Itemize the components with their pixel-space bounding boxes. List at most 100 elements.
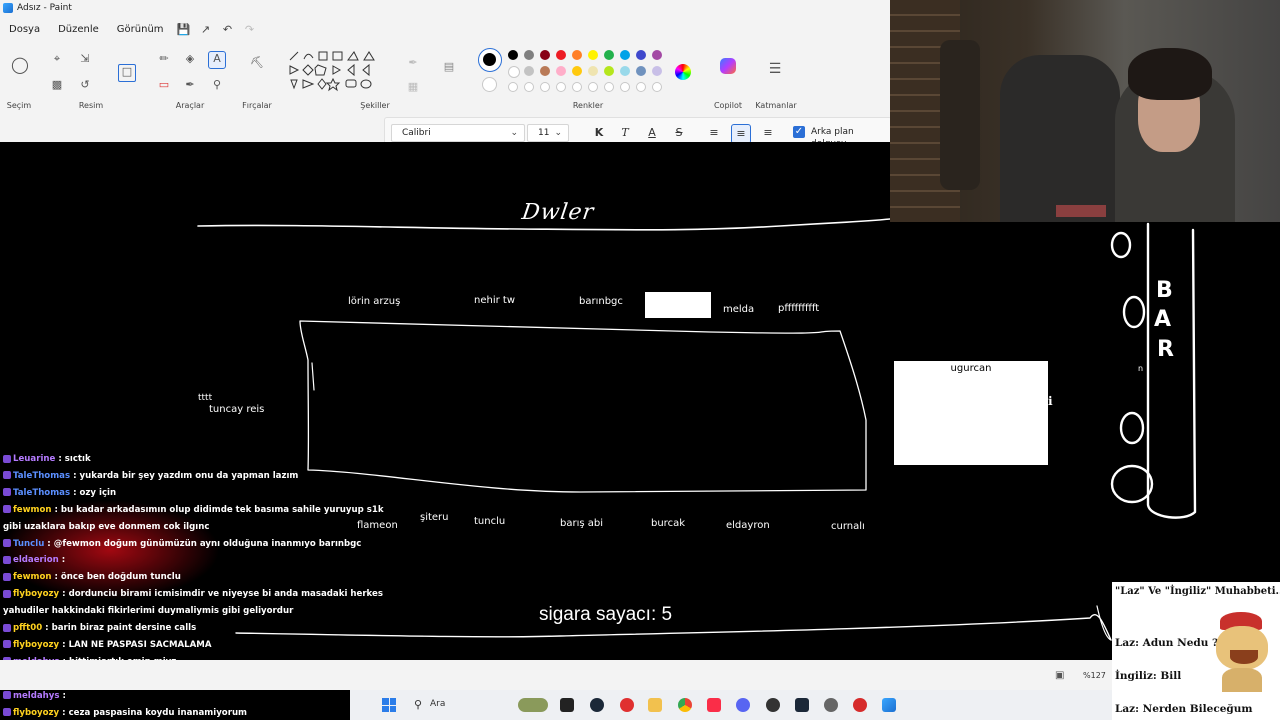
chat-separator: : [51, 572, 61, 583]
person-hair [1128, 48, 1212, 100]
meme-line: Laz: Adun Nedu ? [1115, 637, 1219, 649]
chat-username[interactable]: meldahys [13, 691, 60, 701]
webcam-feed [890, 0, 1280, 222]
chat-text: LAN NE PASPASI SACMALAMA [68, 639, 212, 650]
widget-icon[interactable] [518, 698, 548, 712]
chat-separator: : [58, 555, 66, 566]
circle-stroke [1119, 411, 1145, 445]
ugurcan-box[interactable]: ugurcan [894, 361, 1048, 465]
chat-message: flyboyozy : LAN NE PASPASI SACMALAMA [3, 640, 212, 650]
cigarette-counter: sigara sayacı: 5 [539, 604, 673, 625]
chat-username[interactable]: fewmon [13, 572, 51, 582]
chat-message: Tunclu : @fewmon doğum günümüzün aynı ol… [3, 539, 361, 549]
file-explorer-icon[interactable] [648, 698, 662, 712]
chat-badge-icon [3, 454, 11, 463]
chat-text: önce ben doğdum tunclu [60, 572, 181, 583]
ugurcan-label: ugurcan [950, 363, 992, 374]
chat-username[interactable]: TaleThomas [13, 471, 70, 481]
chat-username[interactable]: TaleThomas [13, 488, 70, 498]
desk-item [1056, 205, 1106, 217]
bar-letter: R [1157, 337, 1174, 362]
chair-decor [1000, 55, 1120, 222]
start-icon[interactable] [382, 698, 396, 712]
task-view-icon[interactable] [560, 698, 574, 712]
chat-username[interactable]: Leuarine [13, 454, 55, 464]
chat-badge-icon [3, 471, 11, 480]
steam-icon[interactable] [590, 698, 604, 712]
muttley-cartoon [1212, 606, 1274, 692]
seat-label: tttt [198, 393, 213, 403]
chat-username[interactable]: flyboyozy [13, 640, 59, 650]
chat-text: @fewmon doğum günümüzün aynı olduğuna in… [53, 538, 362, 549]
bar-outline-stroke [1146, 222, 1197, 519]
chat-separator: : [55, 454, 65, 464]
obs-icon[interactable] [766, 698, 780, 712]
meme-title: "Laz" Ve "İngiliz" Muhabbeti.. [1115, 586, 1280, 597]
taskbar-search[interactable]: Ara [430, 699, 445, 709]
zoom-level[interactable]: %127 [1083, 671, 1106, 680]
guitar-decor [940, 40, 980, 190]
screen: Adsız - Paint Dosya Düzenle Görünüm 💾 ↗ … [0, 0, 1280, 720]
chat-message: Leuarine : sıctık [3, 454, 91, 464]
chat-username[interactable]: Tunclu [13, 539, 44, 549]
chat-message: TaleThomas : yukarda bir şey yazdım onu … [3, 471, 298, 481]
cartoon-mouth [1230, 650, 1258, 664]
chat-badge-icon [3, 488, 11, 497]
chat-badge-icon [3, 505, 11, 514]
chat-username[interactable]: eldaerion [13, 555, 59, 565]
chat-message: flyboyozy : ceza paspasina koydu inanami… [3, 708, 247, 718]
chat-username[interactable]: fewmon [13, 505, 51, 515]
chat-message: meldahys : [3, 691, 66, 701]
seat-label: tuncay reis [209, 404, 265, 415]
music-icon[interactable] [707, 698, 721, 712]
fit-icon[interactable]: ▣ [1055, 670, 1064, 681]
chat-badge-icon [3, 691, 11, 700]
white-text-box[interactable] [645, 292, 711, 318]
seat-label: melda [723, 304, 755, 315]
seat-label: lörin arzuş [348, 296, 401, 307]
chat-text: ozy için [79, 487, 117, 498]
chat-separator: : [59, 707, 69, 718]
seat-label: barınbgc [579, 296, 623, 307]
discord-icon[interactable] [736, 698, 750, 712]
seat-label: nehir tw [474, 295, 515, 306]
chat-badge-icon [3, 589, 11, 598]
chat-text: barin biraz paint dersine calls [51, 623, 197, 633]
app-icon[interactable] [620, 698, 634, 712]
seat-label: şiteru [420, 512, 449, 523]
bar-letter: B [1156, 278, 1173, 303]
chat-text: yukarda bir şey yazdım onu da yapman laz… [79, 470, 299, 481]
paint-taskbar-icon[interactable] [882, 698, 896, 712]
cartoon-body [1222, 668, 1262, 692]
chat-username[interactable]: flyboyozy [13, 589, 59, 599]
chat-username[interactable]: flyboyozy [13, 708, 59, 718]
chat-text: ceza paspasina koydu inanamiyorum [68, 707, 248, 718]
chat-text: gibi uzaklara bakıp eve donmem cok ilgın… [3, 521, 210, 532]
meme-line: Laz: Nerden Bileceğum [1115, 703, 1253, 715]
chat-separator: : [44, 538, 54, 549]
chat-separator: : [59, 589, 69, 600]
chat-badge-icon [3, 539, 11, 547]
chat-message: pfft00 : barin biraz paint dersine calls [3, 623, 196, 633]
chat-message: yahudiler hakkindaki fikirlerimi duymali… [3, 606, 293, 616]
chat-separator: : [59, 639, 69, 650]
bottom-rule-stroke [235, 613, 1112, 641]
app-icon[interactable] [795, 698, 809, 712]
circle-stroke [1122, 295, 1146, 329]
chat-username[interactable]: pfft00 [13, 623, 42, 633]
status-bar: ▣ %127 [0, 660, 1112, 690]
chat-message: gibi uzaklara bakıp eve donmem cok ilgın… [3, 522, 209, 532]
chat-badge-icon [3, 623, 11, 632]
chat-separator: : [70, 487, 80, 498]
meme-overlay: "Laz" Ve "İngiliz" Muhabbeti.. Laz: Adun… [1112, 582, 1280, 720]
taskbar: ⚲ Ara [350, 690, 1112, 720]
search-icon[interactable]: ⚲ [414, 698, 422, 711]
chat-text: sıctık [64, 454, 91, 464]
chat-separator: : [51, 504, 61, 515]
table-outline-stroke [299, 320, 867, 493]
app-icon[interactable] [853, 698, 867, 712]
chat-separator: : [59, 690, 66, 701]
settings-icon[interactable] [824, 698, 838, 712]
chrome-icon[interactable] [678, 698, 692, 712]
circle-stroke [1110, 464, 1154, 504]
